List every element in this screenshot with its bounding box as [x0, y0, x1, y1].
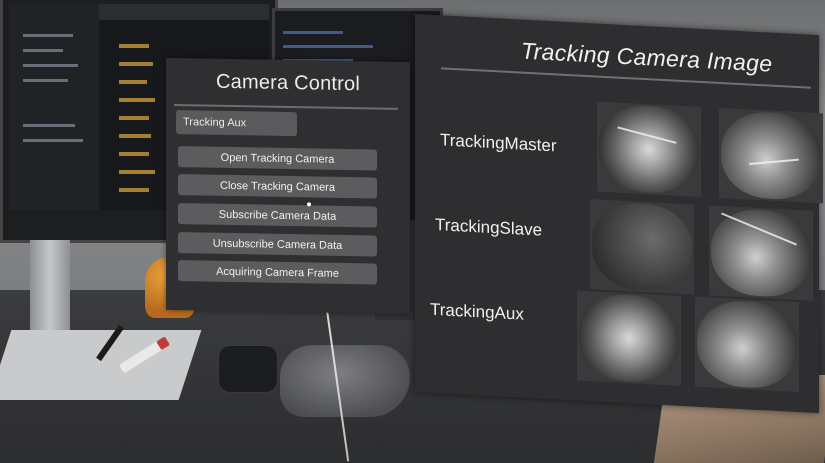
tracking-camera-image-title: Tracking Camera Image [521, 37, 773, 77]
tracking-slave-image-left [590, 199, 694, 295]
tracking-aux-label: TrackingAux [430, 299, 524, 324]
close-tracking-camera-button[interactable]: Close Tracking Camera [178, 174, 377, 199]
tracking-slave-image-right [709, 205, 813, 301]
tracking-aux-image-right [695, 296, 799, 393]
tracking-camera-image-panel: Tracking Camera Image TrackingMaster Tra… [415, 14, 823, 414]
tracking-aux-image-left [577, 290, 681, 386]
open-tracking-camera-button[interactable]: Open Tracking Camera [178, 146, 377, 171]
tracking-slave-label: TrackingSlave [435, 215, 543, 240]
tracking-master-image-left [597, 101, 701, 197]
title-divider [174, 104, 398, 110]
explorer-sidebar [9, 4, 99, 210]
vr-controller [280, 345, 410, 417]
camera-select-dropdown[interactable]: Tracking Aux [176, 110, 297, 137]
pointer-cursor [307, 202, 311, 207]
left-monitor-base [0, 330, 202, 400]
subscribe-camera-data-button[interactable]: Subscribe Camera Data [178, 203, 377, 228]
tracking-master-image-right [719, 107, 823, 204]
tracking-master-label: TrackingMaster [440, 130, 557, 156]
left-monitor-stand [30, 240, 70, 340]
earbuds-case [218, 345, 278, 393]
camera-control-panel: Camera Control Tracking Aux Open Trackin… [166, 57, 410, 315]
camera-control-title: Camera Control [216, 70, 360, 96]
acquiring-camera-frame-button[interactable]: Acquiring Camera Frame [178, 260, 377, 285]
unsubscribe-camera-data-button[interactable]: Unsubscribe Camera Data [178, 232, 377, 257]
